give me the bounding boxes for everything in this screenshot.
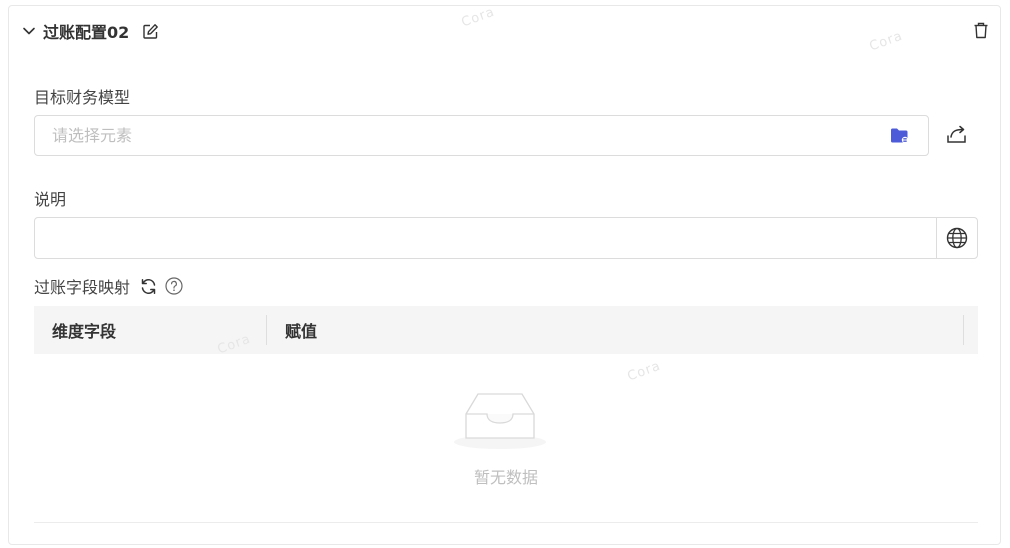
- watermark: Cora: [867, 28, 905, 55]
- globe-icon[interactable]: [936, 218, 977, 258]
- target-model-input[interactable]: [35, 115, 890, 156]
- watermark: Cora: [459, 4, 497, 31]
- field-mapping-label: 过账字段映射: [34, 278, 131, 297]
- field-mapping-header: 过账字段映射: [34, 276, 183, 297]
- column-resize-handle[interactable]: [963, 315, 964, 345]
- refresh-icon[interactable]: [139, 277, 157, 295]
- chevron-down-icon[interactable]: [21, 23, 37, 39]
- empty-text: 暂无数据: [473, 468, 538, 487]
- target-model-label: 目标财务模型: [34, 88, 131, 107]
- edit-icon[interactable]: [141, 22, 159, 40]
- description-input[interactable]: [35, 218, 936, 258]
- column-header-value: 赋值: [285, 322, 318, 341]
- table-empty-state: 暂无数据: [34, 354, 978, 523]
- column-resize-handle[interactable]: [266, 315, 267, 345]
- column-header-dimension: 维度字段: [52, 322, 117, 341]
- empty-inbox-icon: [452, 386, 548, 450]
- trash-icon[interactable]: [972, 21, 990, 39]
- description-label: 说明: [34, 190, 67, 209]
- field-mapping-table: 维度字段 赋值: [34, 306, 978, 354]
- table-header: 维度字段 赋值: [34, 306, 978, 354]
- card-title: 过账配置02: [43, 23, 130, 42]
- description-field: [34, 217, 978, 259]
- target-model-field: [34, 115, 929, 156]
- help-icon[interactable]: [165, 277, 183, 295]
- posting-config-card: 过账配置02 目标财务模型 说明 过账字段映射 维度字段: [8, 5, 1001, 545]
- folder-select-icon[interactable]: [890, 126, 910, 146]
- card-header: 过账配置02: [21, 20, 159, 42]
- share-jump-icon[interactable]: [946, 124, 968, 146]
